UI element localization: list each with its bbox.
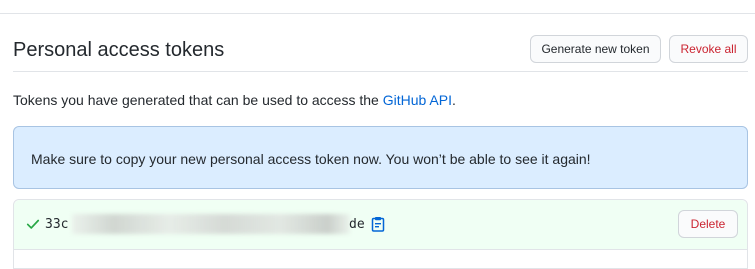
token-value-start: 33c — [45, 217, 69, 232]
top-divider — [0, 13, 755, 14]
description-text: Tokens you have generated that can be us… — [13, 92, 383, 108]
token-redaction — [72, 214, 350, 234]
description-suffix: . — [451, 92, 456, 108]
flash-notice: Make sure to copy your new personal acce… — [13, 126, 748, 189]
token-value-end: de — [349, 217, 365, 232]
revoke-all-button[interactable]: Revoke all — [669, 35, 748, 63]
page-title: Personal access tokens — [13, 39, 225, 61]
delete-token-button[interactable]: Delete — [678, 210, 738, 238]
token-row: 33c de Delete — [14, 200, 747, 250]
tokens-description: Tokens you have generated that can be us… — [13, 92, 456, 108]
flash-message: Make sure to copy your new personal acce… — [31, 151, 591, 167]
generate-new-token-button[interactable]: Generate new token — [530, 35, 661, 63]
check-icon — [26, 219, 40, 229]
github-api-link[interactable]: GitHub API — [383, 92, 452, 108]
subhead: Personal access tokens Generate new toke… — [13, 34, 748, 72]
token-list: 33c de Delete — [13, 199, 748, 269]
clipboard-icon[interactable] — [371, 216, 385, 232]
